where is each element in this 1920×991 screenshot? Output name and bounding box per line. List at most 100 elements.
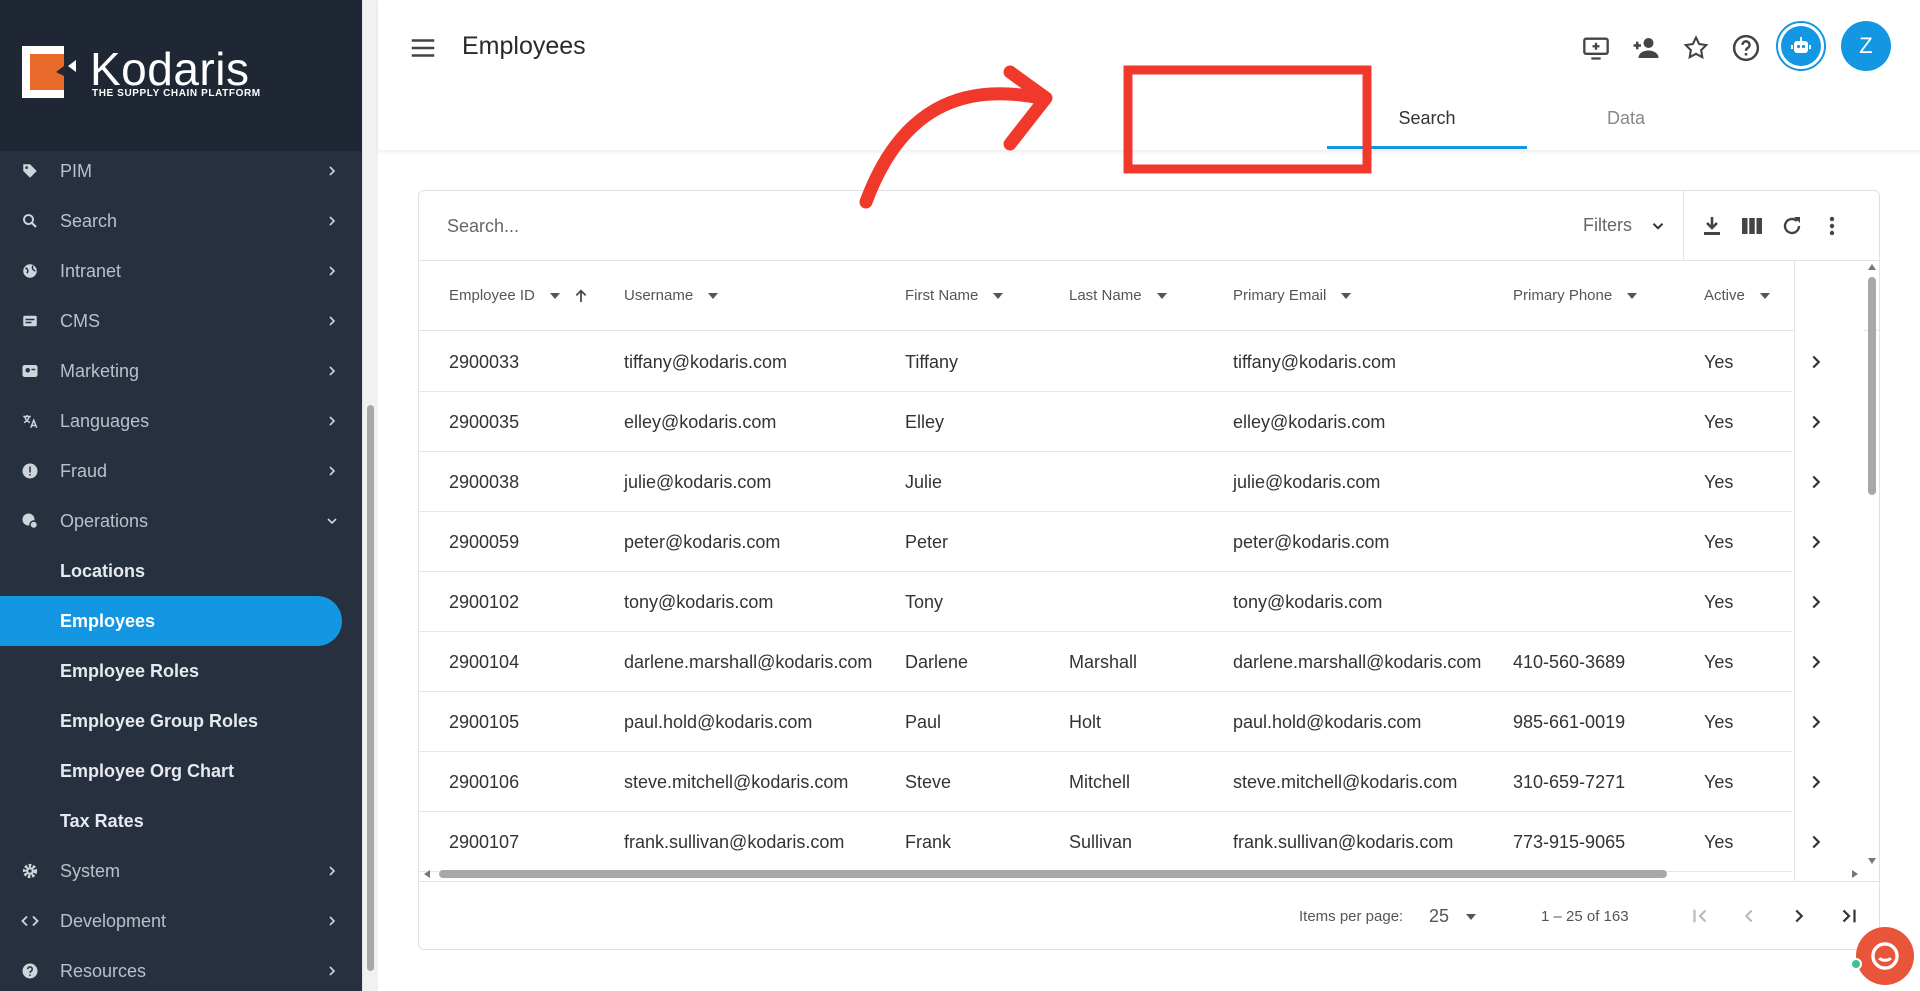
column-header-employee-id[interactable]: Employee ID <box>449 287 589 304</box>
sort-ascending-icon[interactable] <box>573 288 589 304</box>
download-icon[interactable] <box>1699 213 1725 239</box>
table-row[interactable]: 2900106 steve.mitchell@kodaris.com Steve Mi… <box>419 752 1821 812</box>
sidebar-item-tax-rates[interactable]: Tax Rates <box>0 796 362 846</box>
sidebar-item-intranet[interactable]: Intranet <box>0 246 362 296</box>
user-avatar[interactable]: Z <box>1841 21 1891 71</box>
sidebar-item-locations[interactable]: Locations <box>0 546 362 596</box>
screen-share-icon[interactable] <box>1580 32 1612 64</box>
sidebar-item-system[interactable]: System <box>0 846 362 896</box>
employees-table: Employee ID Username First Name Last Nam… <box>419 261 1879 881</box>
next-page-icon[interactable] <box>1783 900 1815 932</box>
table-horizontal-scrollbar[interactable] <box>419 867 1865 881</box>
sidebar-item-resources[interactable]: Resources <box>0 946 362 991</box>
caret-down-icon[interactable] <box>992 290 1004 302</box>
row-open-chevron-icon[interactable] <box>1805 351 1827 373</box>
search-input[interactable] <box>447 211 1347 241</box>
row-open-chevron-icon[interactable] <box>1805 831 1827 853</box>
table-row[interactable]: 2900059 peter@kodaris.com Peter peter@kodar… <box>419 512 1821 572</box>
scrollbar-thumb[interactable] <box>439 870 1667 878</box>
column-header-last-name[interactable]: Last Name <box>1069 287 1168 304</box>
chevron-right-icon <box>329 166 336 176</box>
add-user-icon[interactable] <box>1630 32 1662 64</box>
row-open-chevron-icon[interactable] <box>1805 471 1827 493</box>
sidebar-item-employee-group-roles[interactable]: Employee Group Roles <box>0 696 362 746</box>
chevron-down-icon[interactable] <box>1649 217 1667 235</box>
chat-widget-button[interactable] <box>1856 927 1914 985</box>
filters-button[interactable]: Filters <box>1583 215 1632 236</box>
table-row[interactable]: 2900102 tony@kodaris.com Tony tony@kodaris.… <box>419 572 1821 632</box>
sidebar-scrollbar[interactable] <box>362 0 378 991</box>
row-open-chevron-icon[interactable] <box>1805 711 1827 733</box>
menu-icon[interactable] <box>408 33 438 63</box>
sidebar-item-operations[interactable]: Operations <box>0 496 362 546</box>
cell-employee-id: 2900035 <box>449 412 520 432</box>
caret-down-icon[interactable] <box>549 290 561 302</box>
last-page-icon[interactable] <box>1833 900 1865 932</box>
caret-down-icon[interactable] <box>1340 290 1352 302</box>
cell-primary-phone: 410-560-3689 <box>1513 652 1626 672</box>
sidebar-item-employee-org-chart[interactable]: Employee Org Chart <box>0 746 362 796</box>
assistant-bot-button[interactable] <box>1776 21 1826 71</box>
chat-icon <box>1871 942 1899 970</box>
globe-icon <box>20 261 40 281</box>
column-header-primary-phone[interactable]: Primary Phone <box>1513 287 1638 304</box>
tab-data[interactable]: Data <box>1526 108 1726 129</box>
tab-search[interactable]: Search <box>1327 108 1527 129</box>
scroll-up-icon[interactable] <box>1867 263 1877 271</box>
sidebar-item-employees[interactable]: Employees <box>0 596 342 646</box>
sidebar-item-development[interactable]: Development <box>0 896 362 946</box>
row-open-chevron-icon[interactable] <box>1805 531 1827 553</box>
row-open-chevron-icon[interactable] <box>1805 411 1827 433</box>
sidebar-item-cms[interactable]: CMS <box>0 296 362 346</box>
table-row[interactable]: 2900035 elley@kodaris.com Elley elley@kodar… <box>419 392 1821 452</box>
star-icon[interactable] <box>1680 32 1712 64</box>
first-page-icon[interactable] <box>1684 900 1716 932</box>
caret-down-icon[interactable] <box>1626 290 1638 302</box>
column-header-first-name[interactable]: First Name <box>905 287 1004 304</box>
scroll-down-icon[interactable] <box>1867 857 1877 865</box>
cell-first-name: Tony <box>905 592 944 612</box>
cell-primary-phone: 773-915-9065 <box>1513 832 1626 852</box>
row-open-chevron-icon[interactable] <box>1805 591 1827 613</box>
table-row[interactable]: 2900107 frank.sullivan@kodaris.com Frank Su… <box>419 812 1821 872</box>
cell-first-name: Tiffany <box>905 352 959 372</box>
caret-down-icon[interactable] <box>1465 911 1477 923</box>
sidebar-item-employee-roles[interactable]: Employee Roles <box>0 646 362 696</box>
sidebar-item-search[interactable]: Search <box>0 196 362 246</box>
scrollbar-thumb[interactable] <box>1868 277 1876 495</box>
caret-down-icon[interactable] <box>707 290 719 302</box>
row-open-chevron-icon[interactable] <box>1805 771 1827 793</box>
sidebar-item-marketing[interactable]: Marketing <box>0 346 362 396</box>
sidebar-item-languages[interactable]: Languages <box>0 396 362 446</box>
column-header-username[interactable]: Username <box>624 287 719 304</box>
scroll-left-icon[interactable] <box>423 869 431 879</box>
table-row[interactable]: 2900033 tiffany@kodaris.com Tiffany tiffany… <box>419 332 1821 392</box>
refresh-icon[interactable] <box>1779 213 1805 239</box>
previous-page-icon[interactable] <box>1733 900 1765 932</box>
cell-employee-id: 2900033 <box>449 352 520 372</box>
logo[interactable]: Kodaris THE SUPPLY CHAIN PLATFORM <box>0 0 362 151</box>
row-open-chevron-icon[interactable] <box>1805 651 1827 673</box>
table-vertical-scrollbar[interactable] <box>1865 261 1879 867</box>
column-header-active[interactable]: Active <box>1704 287 1771 304</box>
table-row[interactable]: 2900104 darlene.marshall@kodaris.com Darle… <box>419 632 1821 692</box>
caret-down-icon[interactable] <box>1759 290 1771 302</box>
cell-first-name: Steve <box>905 772 952 792</box>
chevron-right-icon <box>329 866 336 876</box>
cell-employee-id: 2900104 <box>449 652 520 672</box>
help-circle-icon[interactable] <box>1730 32 1762 64</box>
caret-down-icon[interactable] <box>1156 290 1168 302</box>
columns-icon[interactable] <box>1739 213 1765 239</box>
chevron-right-icon <box>329 216 336 226</box>
table-row[interactable]: 2900105 paul.hold@kodaris.com Paul Holt paul… <box>419 692 1821 752</box>
more-vert-icon[interactable] <box>1819 213 1845 239</box>
sidebar-item-pim[interactable]: PIM <box>0 146 362 196</box>
scrollbar-thumb[interactable] <box>367 405 374 971</box>
kodaris-logo-icon <box>22 46 76 98</box>
items-per-page-select[interactable]: 25 <box>1429 906 1449 927</box>
scroll-right-icon[interactable] <box>1851 869 1859 879</box>
column-header-primary-email[interactable]: Primary Email <box>1233 287 1352 304</box>
table-row[interactable]: 2900038 julie@kodaris.com Julie julie@kodar… <box>419 452 1821 512</box>
cell-employee-id: 2900059 <box>449 532 520 552</box>
sidebar-item-fraud[interactable]: Fraud <box>0 446 362 496</box>
